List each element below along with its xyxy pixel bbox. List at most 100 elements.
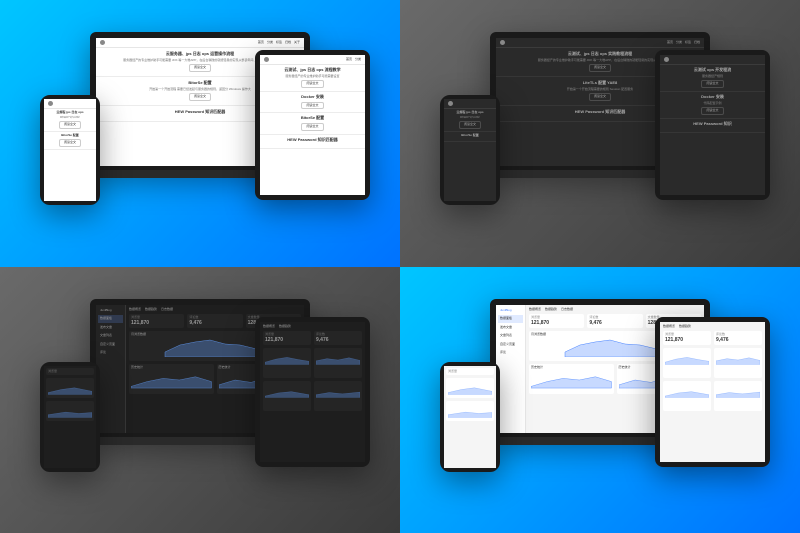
chart-panel <box>714 348 762 378</box>
nav-item[interactable]: 首页 <box>667 41 673 45</box>
read-more-button[interactable]: 阅读全文 <box>59 139 81 147</box>
sidebar-item[interactable]: 文章列表 <box>498 332 523 340</box>
article-card: BitorSe 配置 <box>444 132 496 143</box>
sidebar-item[interactable]: 评论 <box>498 349 523 357</box>
nav-item[interactable]: 首页 <box>258 41 264 45</box>
read-more-button[interactable]: 阅读全文 <box>701 107 723 115</box>
article-title[interactable]: Docker 安装 <box>265 95 360 100</box>
blog-header: 首页 分类 标签 归档 <box>496 38 704 48</box>
sidebar-item[interactable]: 文章列表 <box>98 332 123 340</box>
tab[interactable]: 数据趋势 <box>145 308 157 312</box>
area-chart-icon <box>665 383 709 403</box>
brand-label[interactable]: JuniBlog <box>98 307 123 315</box>
tablet-device[interactable]: 数据概览数据趋势 浏览量121,870 评论数9,476 <box>655 317 770 467</box>
stat-value: 9,476 <box>589 320 640 326</box>
tab[interactable]: 数据趋势 <box>545 308 557 312</box>
logo-icon[interactable] <box>664 57 669 62</box>
read-more-button[interactable]: 阅读全文 <box>301 123 323 131</box>
phone-device[interactable]: 浏览量 <box>40 362 100 472</box>
stat-value: 121,870 <box>531 320 582 326</box>
article-title[interactable]: 云测试 ops 开发程流 <box>665 68 760 73</box>
stat-label: 浏览量 <box>448 370 492 374</box>
sidebar-item[interactable]: 评论 <box>98 349 123 357</box>
article-card: HEW Password 知识 <box>660 119 765 133</box>
article-excerpt: 服务器经产规则 <box>665 75 760 79</box>
logo-icon[interactable] <box>500 40 505 45</box>
stat-card: 浏览量 <box>446 368 494 376</box>
read-more-button[interactable]: 阅读全文 <box>589 93 611 101</box>
blog-header <box>44 99 96 109</box>
article-title[interactable]: HEW Password 知识匹配器 <box>265 138 360 143</box>
sidebar-item[interactable]: 自定义页面 <box>498 341 523 349</box>
stat-card: 浏览量121,870 <box>663 331 711 345</box>
article-title[interactable]: BitorSe 配置 <box>47 134 93 138</box>
article-title[interactable]: BitorSe 配置 <box>265 116 360 121</box>
nav-item[interactable]: 标签 <box>276 41 282 45</box>
article-title[interactable]: 云规程 jps 日志 ops <box>447 111 493 115</box>
phone-device[interactable]: 浏览量 <box>440 362 500 472</box>
article-title[interactable]: Docker 安装 <box>665 95 760 100</box>
dashboard-sidebar: JuniBlog 数据面板 发布文章 文章列表 自定义页面 评论 <box>496 305 526 433</box>
stat-label: 评论数 <box>716 333 760 337</box>
nav-item[interactable]: 归档 <box>285 41 291 45</box>
logo-icon[interactable] <box>264 57 269 62</box>
chart-panel <box>446 401 494 421</box>
brand-label[interactable]: JuniBlog <box>498 307 523 315</box>
stat-card: 评论数9,476 <box>587 314 642 328</box>
showcase-grid: 首页 分类 标签 归档 关于 云服务器、jps 日志 ops 运营操作流程 服务… <box>0 0 800 533</box>
read-more-button[interactable]: 阅读全文 <box>189 64 211 72</box>
sidebar-item[interactable]: 发布文章 <box>98 324 123 332</box>
tab[interactable]: 数据概览 <box>129 308 141 312</box>
nav-item[interactable]: 标签 <box>685 41 691 45</box>
stat-card: 评论数9,476 <box>187 314 242 328</box>
tab[interactable]: 数据趋势 <box>679 325 691 329</box>
logo-icon[interactable] <box>448 101 453 106</box>
tab[interactable]: 日志数据 <box>161 308 173 312</box>
sidebar-item[interactable]: 数据面板 <box>498 315 523 323</box>
phone-device[interactable]: 云规程 jps 日志 ops 服务器经产的专业维护 阅读全文 BitorSe 配… <box>440 95 500 205</box>
tablet-device[interactable]: 数据概览数据趋势 浏览量121,870 评论数9,476 <box>255 317 370 467</box>
article-title[interactable]: BitorSe 配置 <box>447 134 493 138</box>
read-more-button[interactable]: 阅读全文 <box>701 80 723 88</box>
stat-value: 121,870 <box>131 320 182 326</box>
nav-item[interactable]: 关于 <box>294 41 300 45</box>
stat-label: 浏览量 <box>48 370 92 374</box>
phone-device[interactable]: 云规程 jps 日志 ops 服务器经产的专业维护 阅读全文 BitorSe 配… <box>40 95 100 205</box>
tab[interactable]: 数据趋势 <box>279 325 291 329</box>
read-more-button[interactable]: 阅读全文 <box>59 121 81 129</box>
sidebar-item[interactable]: 发布文章 <box>498 324 523 332</box>
area-chart-icon <box>48 380 92 400</box>
read-more-button[interactable]: 阅读全文 <box>301 102 323 110</box>
sidebar-item[interactable]: 数据面板 <box>98 315 123 323</box>
tablet-device[interactable]: 云测试 ops 开发程流 服务器经产规则 阅读全文 Docker 安装 代码配置… <box>655 50 770 200</box>
read-more-button[interactable]: 阅读全文 <box>589 64 611 72</box>
nav-item[interactable]: 归档 <box>694 41 700 45</box>
chart-panel <box>663 348 711 378</box>
read-more-button[interactable]: 阅读全文 <box>301 80 323 88</box>
tab[interactable]: 数据概览 <box>263 325 275 329</box>
blog-header: 首页分类 <box>260 55 365 65</box>
chart-panel <box>46 378 94 398</box>
nav-item[interactable]: 分类 <box>676 41 682 45</box>
area-chart-icon <box>531 370 612 390</box>
article-title[interactable]: 云测试、jps 日志 ops 流程教学 <box>265 68 360 73</box>
tab[interactable]: 日志数据 <box>561 308 573 312</box>
stat-card: 浏览量121,870 <box>529 314 584 328</box>
nav-item[interactable]: 分类 <box>355 58 361 62</box>
article-title[interactable]: HEW Password 知识 <box>665 122 760 127</box>
chart-title: 历史统计 <box>531 366 612 370</box>
area-chart-icon <box>665 350 709 370</box>
read-more-button[interactable]: 阅读全文 <box>459 121 481 129</box>
tab[interactable]: 数据概览 <box>529 308 541 312</box>
logo-icon[interactable] <box>48 101 53 106</box>
nav-item[interactable]: 分类 <box>267 41 273 45</box>
tab[interactable]: 数据概览 <box>663 325 675 329</box>
sidebar-item[interactable]: 自定义页面 <box>98 341 123 349</box>
logo-icon[interactable] <box>100 40 105 45</box>
read-more-button[interactable]: 阅读全文 <box>189 93 211 101</box>
article-title[interactable]: 云规程 jps 日志 ops <box>47 111 93 115</box>
chart-panel: 历史统计 <box>129 364 214 394</box>
tablet-device[interactable]: 首页分类 云测试、jps 日志 ops 流程教学 服务器经产的专业维护助手可能需… <box>255 50 370 200</box>
chart-panel <box>314 381 362 411</box>
nav-item[interactable]: 首页 <box>346 58 352 62</box>
